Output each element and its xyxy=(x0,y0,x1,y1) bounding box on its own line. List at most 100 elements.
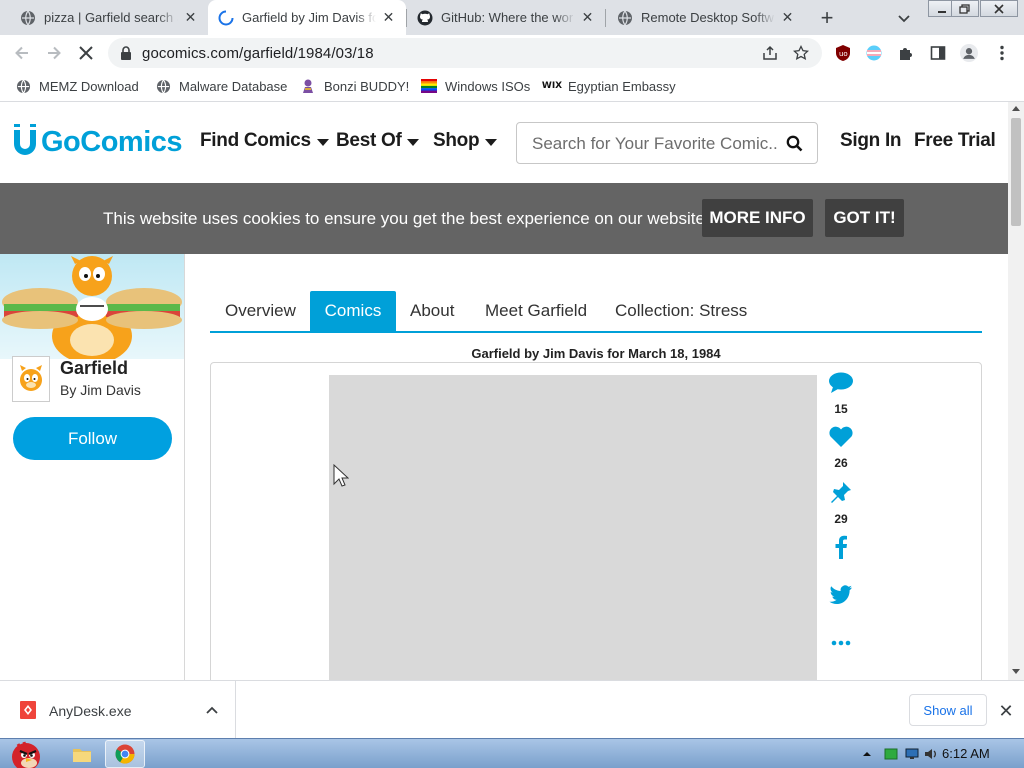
browser-window: pizza | Garfield search a ✕ Garfield by … xyxy=(0,0,1024,768)
find-comics-menu[interactable]: Find Comics xyxy=(200,130,329,152)
strip-name[interactable]: Garfield xyxy=(60,358,128,379)
close-tab-icon[interactable]: ✕ xyxy=(780,9,795,25)
garfield-avatar[interactable] xyxy=(12,356,50,402)
address-bar[interactable]: gocomics.com/garfield/1984/03/18 xyxy=(108,38,822,68)
more-info-button[interactable]: MORE INFO xyxy=(702,199,813,237)
download-item[interactable]: AnyDesk.exe xyxy=(0,681,236,739)
network-monitor-icon[interactable] xyxy=(905,747,919,761)
site-header: GoComics Find Comics Best Of Shop Sign I… xyxy=(0,102,1008,183)
got-it-button[interactable]: GOT IT! xyxy=(825,199,904,237)
close-download-shelf-icon[interactable]: ✕ xyxy=(996,701,1016,721)
sign-in-link[interactable]: Sign In xyxy=(840,130,902,152)
tab-collection-stress[interactable]: Collection: Stress xyxy=(615,291,747,331)
start-button-angry-bird-icon[interactable] xyxy=(2,740,50,768)
taskbar-clock[interactable]: 6:12 AM xyxy=(942,746,990,761)
tab-about[interactable]: About xyxy=(410,291,454,331)
bookmark-windows-isos[interactable]: Windows ISOs xyxy=(421,76,530,96)
tab-garfield[interactable]: Garfield by Jim Davis fo ✕ xyxy=(208,0,406,35)
tab-remote-desktop[interactable]: Remote Desktop Softw ✕ xyxy=(607,0,805,35)
new-tab-button[interactable]: + xyxy=(813,4,841,32)
bookmark-label: Egyptian Embassy xyxy=(568,78,676,94)
github-icon xyxy=(417,10,433,26)
browser-toolbar: gocomics.com/garfield/1984/03/18 uo xyxy=(0,35,1024,71)
twitter-icon xyxy=(829,585,853,610)
pushpin-icon xyxy=(829,480,853,509)
facebook-icon xyxy=(834,535,848,564)
scroll-up-arrow-icon[interactable] xyxy=(1012,106,1020,111)
scroll-down-arrow-icon[interactable] xyxy=(1012,669,1020,674)
bookmark-egyptian-embassy[interactable]: WIX Egyptian Embassy xyxy=(541,76,676,96)
tab-pizza-search[interactable]: pizza | Garfield search a ✕ xyxy=(10,0,208,35)
close-tab-icon[interactable]: ✕ xyxy=(580,9,595,25)
close-tab-icon[interactable]: ✕ xyxy=(381,9,396,25)
cookie-banner: This website uses cookies to ensure you … xyxy=(0,183,1008,254)
tab-search-chevron-icon[interactable] xyxy=(892,6,916,30)
garfield-hero-image xyxy=(0,254,184,359)
page-scrollbar[interactable] xyxy=(1008,102,1024,680)
windows-taskbar: 6:12 AM xyxy=(0,738,1024,768)
forward-button[interactable] xyxy=(40,39,68,67)
chrome-taskbar-icon[interactable] xyxy=(105,740,145,768)
volume-speaker-icon[interactable] xyxy=(924,747,938,761)
svg-text:uo: uo xyxy=(839,50,848,58)
search-icon[interactable] xyxy=(786,135,803,157)
strip-author: By Jim Davis xyxy=(60,382,141,398)
tab-overview[interactable]: Overview xyxy=(225,291,296,331)
battery-icon[interactable] xyxy=(884,747,898,761)
tab-meet-garfield[interactable]: Meet Garfield xyxy=(485,291,587,331)
ublock-origin-icon[interactable]: uo xyxy=(834,44,852,62)
best-of-label: Best Of xyxy=(336,130,402,151)
pin-action[interactable]: 29 xyxy=(823,480,859,526)
caret-down-icon xyxy=(407,138,420,146)
free-trial-link[interactable]: Free Trial xyxy=(914,130,996,152)
caret-down-icon xyxy=(316,138,329,146)
extensions-puzzle-icon[interactable] xyxy=(897,44,915,62)
gocomics-logo[interactable]: GoComics xyxy=(12,124,183,161)
comment-bubble-icon xyxy=(828,372,854,399)
ellipsis-icon xyxy=(831,633,851,651)
find-comics-label: Find Comics xyxy=(200,130,311,151)
download-shelf: AnyDesk.exe Show all ✕ xyxy=(0,680,1024,739)
chevron-up-icon[interactable] xyxy=(204,703,220,719)
show-all-downloads-button[interactable]: Show all xyxy=(909,694,987,726)
tab-separator xyxy=(605,9,606,27)
explorer-folder-icon[interactable] xyxy=(62,740,102,768)
best-of-menu[interactable]: Best Of xyxy=(336,130,420,152)
rainbow-flag-icon xyxy=(421,78,437,94)
caret-down-icon xyxy=(485,138,498,146)
globe-icon xyxy=(15,78,31,94)
share-icon[interactable] xyxy=(762,45,778,61)
stop-loading-button[interactable] xyxy=(72,39,100,67)
tab-separator xyxy=(406,9,407,27)
comic-strip-image[interactable] xyxy=(329,375,817,680)
more-actions[interactable] xyxy=(823,633,859,651)
shop-menu[interactable]: Shop xyxy=(433,130,498,152)
tab-title: Garfield by Jim Davis fo xyxy=(242,10,376,25)
tab-github[interactable]: GitHub: Where the wor ✕ xyxy=(407,0,605,35)
url-text[interactable]: gocomics.com/garfield/1984/03/18 xyxy=(142,45,374,62)
tab-comics[interactable]: Comics xyxy=(310,291,396,331)
bookmark-bonzi-buddy[interactable]: Bonzi BUDDY! xyxy=(300,76,409,96)
comments-action[interactable]: 15 xyxy=(823,372,859,416)
profile-avatar-icon[interactable] xyxy=(960,44,978,62)
bookmark-malware-database[interactable]: Malware Database xyxy=(155,76,287,96)
side-panel-icon[interactable] xyxy=(929,44,947,62)
menu-kebab-icon[interactable] xyxy=(993,44,1011,62)
show-hidden-icons-arrow[interactable] xyxy=(860,747,874,761)
comic-search-input[interactable] xyxy=(532,133,777,155)
close-window-button[interactable] xyxy=(980,0,1018,17)
facebook-share[interactable] xyxy=(823,535,859,564)
twitter-share[interactable] xyxy=(823,585,859,610)
restore-button[interactable] xyxy=(951,0,979,17)
scrollbar-thumb[interactable] xyxy=(1011,118,1021,226)
close-tab-icon[interactable]: ✕ xyxy=(183,9,198,25)
like-action[interactable]: 26 xyxy=(823,426,859,470)
lock-icon[interactable] xyxy=(118,45,134,61)
wix-icon: WIX xyxy=(541,81,563,91)
extension-flag-icon[interactable] xyxy=(865,44,883,62)
follow-button[interactable]: Follow xyxy=(13,417,172,460)
bookmark-star-icon[interactable] xyxy=(793,45,809,61)
tab-title: GitHub: Where the wor xyxy=(441,10,574,25)
bookmark-memz[interactable]: MEMZ Download xyxy=(15,76,139,96)
back-button[interactable] xyxy=(8,39,36,67)
